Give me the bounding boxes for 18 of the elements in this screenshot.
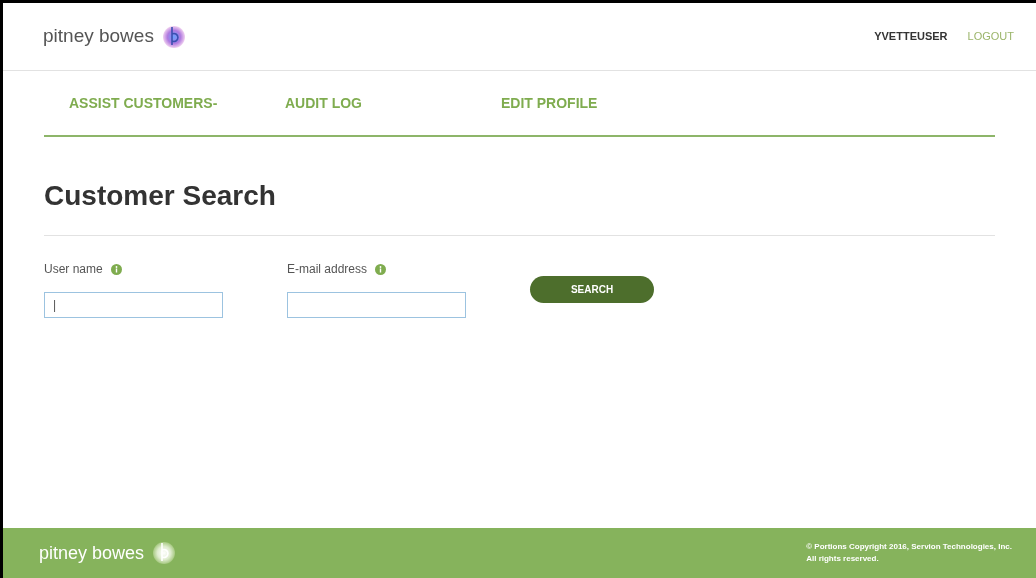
copyright-text: © Portions Copyright 2016, Servion Technologies, Inc. All rights reserved. (806, 541, 1012, 565)
text-field[interactable]: | (44, 292, 223, 318)
info-icon (110, 263, 122, 275)
info-icon (375, 263, 387, 275)
logout-link[interactable]: LOGOUT (967, 28, 1014, 45)
username: YVETTEUSER (874, 29, 948, 45)
logo-icon (152, 540, 177, 566)
field-label: User name (44, 261, 103, 278)
page-title: Customer Search (44, 175, 995, 236)
nav-link[interactable]: ASSIST CUSTOMERS- (69, 92, 229, 114)
footer-logo-text: pitney bowes (39, 541, 145, 565)
text-field[interactable] (287, 292, 466, 318)
search-button[interactable]: SEARCH (530, 276, 654, 303)
nav-link[interactable]: EDIT PROFILE (501, 92, 661, 114)
logo-text: pitney bowes (43, 24, 154, 49)
field-label: E-mail address (287, 261, 368, 278)
nav-link[interactable]: AUDIT LOG (285, 92, 445, 114)
logo-icon (161, 23, 186, 50)
